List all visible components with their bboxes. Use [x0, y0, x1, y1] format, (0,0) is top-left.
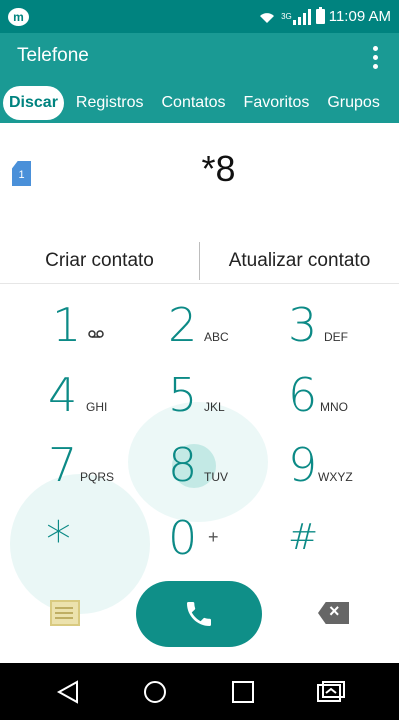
key-hash[interactable]: #	[270, 505, 370, 575]
key-0[interactable]: 0 +	[150, 505, 250, 575]
status-icons: 3G 11:09 AM	[257, 0, 391, 33]
key-digit: 4	[48, 368, 78, 422]
key-letters: ABC	[204, 330, 229, 344]
tab-favoritos[interactable]: Favoritos	[244, 94, 310, 112]
key-4[interactable]: 4 GHI	[30, 360, 130, 430]
dialed-number: *8	[201, 148, 236, 189]
key-digit: 1	[52, 298, 82, 352]
key-star[interactable]: *	[30, 505, 130, 575]
status-bar: m 3G 11:09 AM	[0, 0, 399, 33]
phone-icon	[187, 602, 211, 626]
key-digit: 5	[168, 368, 198, 422]
key-letters: MNO	[320, 400, 348, 414]
key-letters: GHI	[86, 400, 108, 414]
key-digit: 7	[48, 438, 78, 492]
key-digit: 2	[168, 298, 198, 352]
key-letters: PQRS	[80, 470, 115, 484]
status-time: 11:09 AM	[328, 8, 391, 25]
app-notification-icon: m	[8, 8, 29, 26]
switch-sim-icon[interactable]	[316, 679, 346, 705]
key-letters: JKL	[204, 400, 225, 414]
navigation-bar	[0, 663, 399, 720]
message-icon[interactable]	[50, 600, 80, 626]
key-digit: 3	[288, 298, 318, 352]
call-button[interactable]	[136, 581, 262, 647]
key-2[interactable]: 2 ABC	[150, 290, 250, 360]
key-digit: 9	[288, 438, 318, 492]
tab-discar[interactable]: Discar	[3, 86, 64, 120]
key-digit: 6	[288, 368, 318, 422]
create-contact-button[interactable]: Criar contato	[0, 238, 199, 283]
key-6[interactable]: 6 MNO	[270, 360, 370, 430]
battery-icon	[315, 7, 325, 24]
home-icon[interactable]	[142, 679, 168, 705]
tab-registros[interactable]: Registros	[76, 94, 144, 112]
signal-icon	[292, 8, 311, 25]
recents-icon[interactable]	[230, 679, 256, 705]
key-digit: 8	[168, 438, 198, 492]
update-contact-button[interactable]: Atualizar contato	[200, 238, 399, 283]
key-letters: DEF	[324, 330, 348, 344]
key-5[interactable]: 5 JKL	[150, 360, 250, 430]
key-letters: +	[208, 527, 219, 547]
tab-bar: Discar Registros Contatos Favoritos Grup…	[0, 83, 399, 123]
tab-contatos[interactable]: Contatos	[162, 94, 226, 112]
wifi-icon	[260, 12, 275, 23]
key-digit: #	[288, 517, 319, 558]
network-type: 3G	[281, 12, 292, 21]
key-digit: *	[46, 511, 71, 569]
key-letters: TUV	[204, 470, 228, 484]
back-icon[interactable]	[55, 679, 81, 705]
app-title: Telefone	[17, 45, 89, 66]
voicemail-icon	[88, 330, 104, 338]
key-8[interactable]: 8 TUV	[150, 430, 250, 500]
app-bar: Telefone Discar Registros Contatos Favor…	[0, 33, 399, 123]
key-1[interactable]: 1	[30, 290, 130, 360]
key-7[interactable]: 7 PQRS	[30, 430, 130, 500]
key-3[interactable]: 3 DEF	[270, 290, 370, 360]
overflow-menu-icon[interactable]	[365, 43, 385, 71]
contact-actions: Criar contato Atualizar contato	[0, 238, 399, 284]
tab-grupos[interactable]: Grupos	[327, 94, 379, 112]
key-digit: 0	[168, 511, 198, 565]
key-9[interactable]: 9 WXYZ	[270, 430, 370, 500]
backspace-icon[interactable]: ×	[318, 602, 349, 624]
key-letters: WXYZ	[318, 470, 353, 484]
